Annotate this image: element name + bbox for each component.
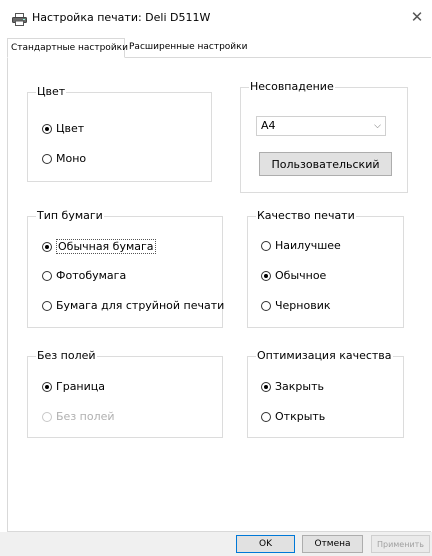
borderless-group: Без полей Граница Без полей	[27, 349, 223, 438]
radio-close-label: Закрыть	[275, 380, 324, 393]
radio-indicator	[42, 241, 52, 252]
radio-mono[interactable]: Моно	[42, 152, 86, 165]
radio-indicator	[261, 270, 271, 281]
radio-open[interactable]: Открыть	[261, 410, 325, 423]
radio-border[interactable]: Граница	[42, 380, 105, 393]
radio-plain-paper-label: Обычная бумага	[56, 239, 156, 254]
radio-indicator	[42, 153, 52, 164]
mismatch-group: Несовпадение А4 ⌵ Пользовательский	[240, 80, 408, 193]
radio-photo-paper[interactable]: Фотобумага	[42, 269, 126, 282]
radio-draft[interactable]: Черновик	[261, 299, 331, 312]
paper-size-value: А4	[261, 119, 276, 132]
radio-border-label: Граница	[56, 380, 106, 393]
paper-size-select[interactable]: А4 ⌵	[256, 116, 386, 136]
radio-inkjet-paper[interactable]: Бумага для струйной печати	[42, 299, 224, 312]
print-settings-dialog: Настройка печати: Deli D511W ✕ Стандартн…	[0, 0, 432, 556]
quality-optimization-group: Оптимизация качества Закрыть Открыть	[247, 349, 404, 438]
radio-indicator	[42, 300, 52, 311]
color-group: Цвет Цвет Моно	[27, 85, 212, 182]
radio-inkjet-paper-label: Бумага для струйной печати	[56, 299, 225, 312]
printer-icon	[12, 11, 27, 26]
quality-optimization-group-title: Оптимизация качества	[256, 349, 393, 363]
radio-open-label: Открыть	[275, 410, 326, 423]
ok-button[interactable]: OK	[236, 535, 295, 553]
radio-color-label: Цвет	[56, 122, 85, 135]
radio-photo-paper-label: Фотобумага	[56, 269, 127, 282]
window-title: Настройка печати: Deli D511W	[32, 11, 211, 24]
apply-button: Применить	[371, 535, 430, 553]
radio-best[interactable]: Наилучшее	[261, 239, 341, 252]
print-quality-group-title: Качество печати	[256, 209, 356, 223]
color-group-title: Цвет	[36, 85, 67, 99]
dialog-button-bar: OK Отмена Применить	[0, 532, 432, 556]
radio-borderless: Без полей	[42, 410, 115, 423]
chevron-down-icon: ⌵	[374, 121, 381, 131]
close-icon: ✕	[410, 8, 424, 26]
radio-indicator	[261, 381, 271, 392]
radio-indicator	[42, 411, 52, 422]
tab-advanced-settings[interactable]: Расширенные настройки	[126, 40, 254, 57]
radio-indicator	[42, 270, 52, 281]
radio-color[interactable]: Цвет	[42, 122, 84, 135]
paper-type-group: Тип бумаги Обычная бумага Фотобумага Бум…	[27, 209, 224, 328]
radio-close[interactable]: Закрыть	[261, 380, 324, 393]
radio-indicator	[42, 123, 52, 134]
paper-type-group-title: Тип бумаги	[36, 209, 104, 223]
print-quality-group: Качество печати Наилучшее Обычное Чернов…	[247, 209, 404, 328]
radio-indicator	[261, 411, 271, 422]
cancel-button[interactable]: Отмена	[302, 535, 363, 553]
tab-panel: Цвет Цвет Моно Несовпадение А4 ⌵ Пользов…	[7, 57, 431, 532]
radio-normal-label: Обычное	[275, 269, 327, 282]
radio-borderless-label: Без полей	[56, 410, 115, 423]
custom-button[interactable]: Пользовательский	[259, 152, 392, 176]
radio-indicator	[261, 240, 271, 251]
mismatch-group-title: Несовпадение	[249, 80, 335, 94]
close-button[interactable]: ✕	[402, 4, 432, 30]
tab-standard-settings[interactable]: Стандартные настройки	[7, 38, 128, 58]
borderless-group-title: Без полей	[36, 349, 97, 363]
radio-best-label: Наилучшее	[275, 239, 341, 252]
title-bar: Настройка печати: Deli D511W ✕	[0, 0, 432, 34]
radio-mono-label: Моно	[56, 152, 87, 165]
radio-normal[interactable]: Обычное	[261, 269, 326, 282]
radio-draft-label: Черновик	[275, 299, 331, 312]
radio-indicator	[42, 381, 52, 392]
radio-indicator	[261, 300, 271, 311]
radio-plain-paper[interactable]: Обычная бумага	[42, 239, 156, 254]
